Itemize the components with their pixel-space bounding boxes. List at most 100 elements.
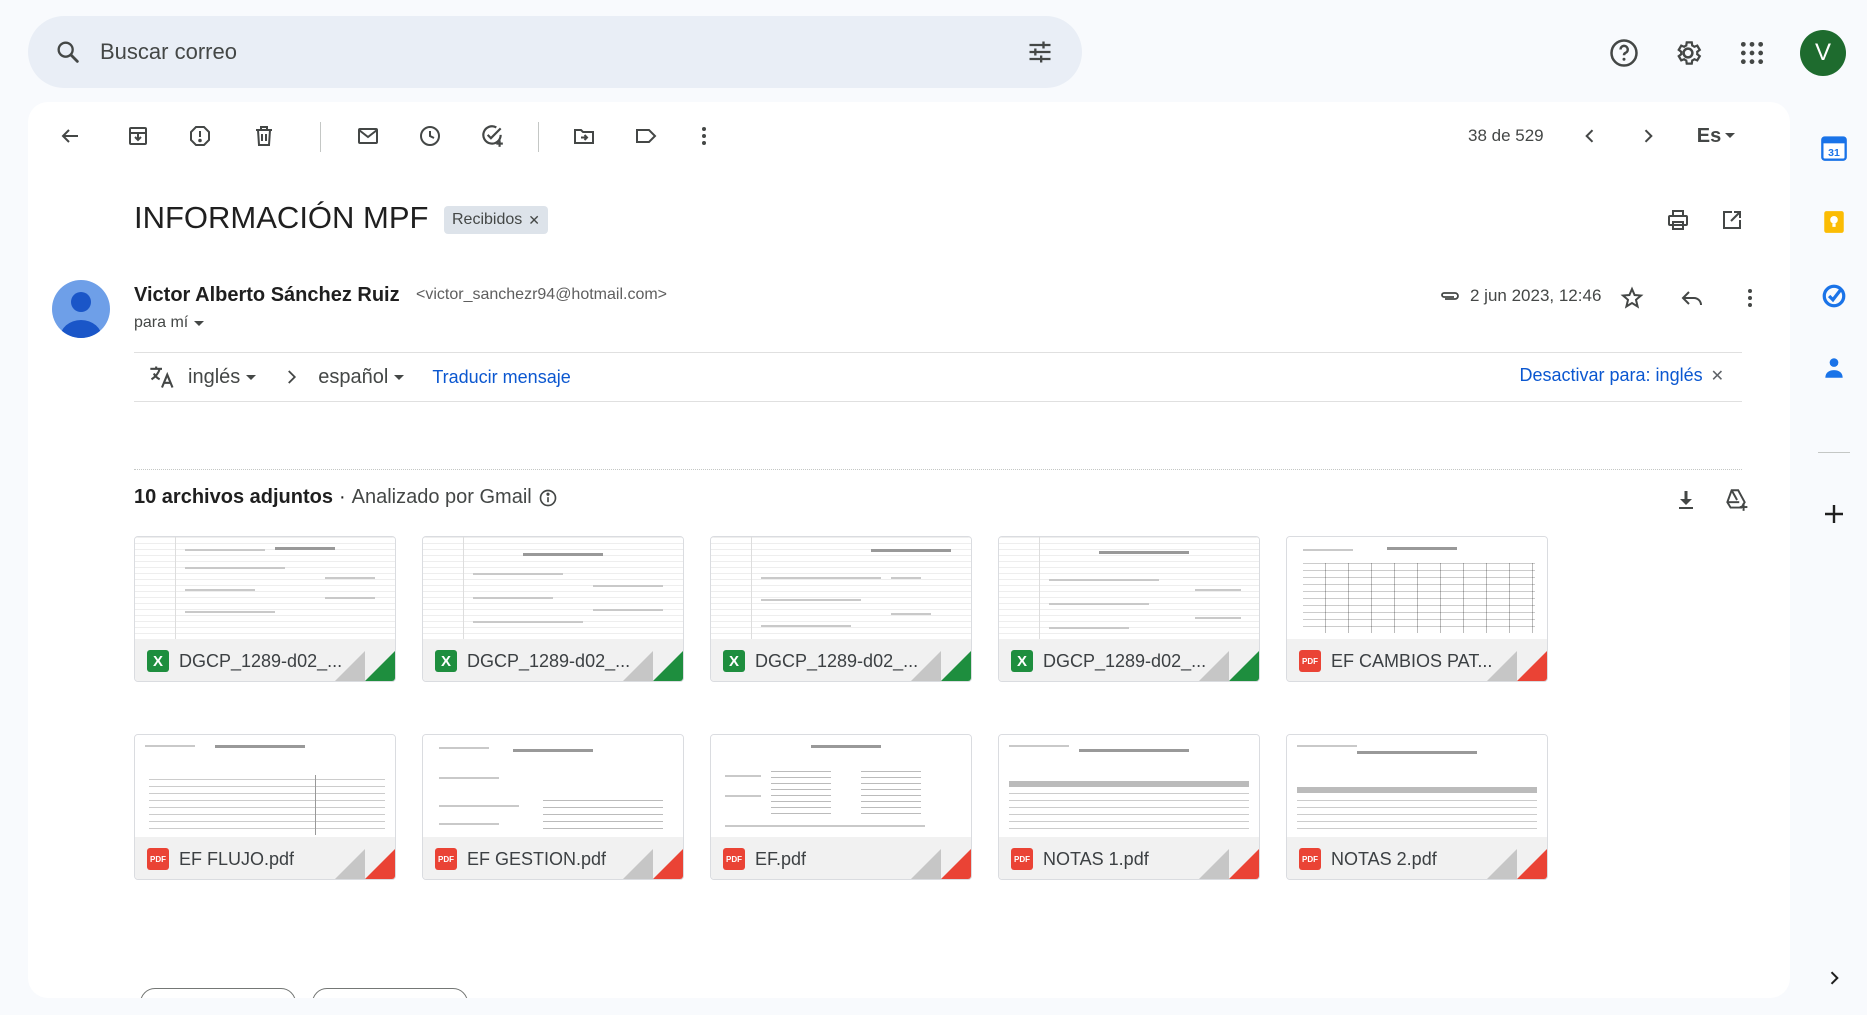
attachment-card[interactable]: X DGCP_1289-d02_...: [710, 536, 972, 682]
mark-unread-mail-icon[interactable]: [346, 114, 390, 158]
forward-button[interactable]: [312, 988, 468, 998]
label-chip-text: Recibidos: [452, 211, 523, 228]
pdf-file-icon: PDF: [1299, 650, 1321, 672]
attachment-thumbnail: [999, 537, 1259, 639]
sender-name[interactable]: Victor Alberto Sánchez Ruiz: [134, 284, 400, 307]
apps-grid-icon[interactable]: [1728, 29, 1776, 77]
add-task-icon[interactable]: [470, 114, 514, 158]
add-to-drive-icon[interactable]: [1718, 482, 1754, 518]
reply-button[interactable]: [140, 988, 296, 998]
search-options-icon[interactable]: [1018, 30, 1062, 74]
older-chevron-right-icon[interactable]: [1626, 114, 1670, 158]
dropdown-caret-icon: [1725, 133, 1736, 138]
excel-file-icon: X: [723, 650, 745, 672]
target-language-select[interactable]: español: [318, 365, 405, 389]
attachment-name: NOTAS 2.pdf: [1331, 848, 1437, 869]
date-text: 2 jun 2023, 12:46: [1470, 286, 1602, 305]
email-panel: 38 de 529 Es INFORMACIÓN MPF Recibidos ✕…: [28, 102, 1790, 998]
attachment-name: DGCP_1289-d02_...: [755, 650, 919, 671]
attachment-clip-icon: [1441, 292, 1459, 300]
delete-trash-icon[interactable]: [242, 114, 286, 158]
move-to-folder-icon[interactable]: [562, 114, 606, 158]
search-input[interactable]: [100, 39, 1018, 65]
search-bar[interactable]: [28, 16, 1082, 88]
attachment-name: EF GESTION.pdf: [467, 848, 607, 869]
attachment-thumbnail: [711, 735, 971, 837]
add-addon-plus-icon[interactable]: [1812, 492, 1856, 536]
snooze-clock-icon[interactable]: [408, 114, 452, 158]
pdf-file-icon: PDF: [1299, 848, 1321, 870]
excel-file-icon: X: [147, 650, 169, 672]
attachment-card[interactable]: PDF EF GESTION.pdf: [422, 734, 684, 880]
attachment-card[interactable]: PDF NOTAS 1.pdf: [998, 734, 1260, 880]
disable-translation-link[interactable]: Desactivar para: inglés ✕: [1520, 365, 1725, 386]
attachment-name: DGCP_1289-d02_...: [179, 650, 343, 671]
inbox-label-chip[interactable]: Recibidos ✕: [444, 206, 548, 234]
pdf-file-icon: PDF: [435, 848, 457, 870]
more-options-vertical-icon[interactable]: [1728, 276, 1772, 320]
remove-label-close-icon[interactable]: ✕: [528, 212, 540, 229]
settings-gear-icon[interactable]: [1664, 29, 1712, 77]
sender-email: <victor_sanchezr94@hotmail.com>: [416, 286, 668, 303]
contacts-icon[interactable]: [1812, 346, 1856, 390]
target-language-label: español: [318, 365, 389, 388]
calendar-icon[interactable]: 31: [1812, 126, 1856, 170]
attachments-header: 10 archivos adjuntos · Analizado por Gmai…: [134, 486, 558, 509]
source-language-label: inglés: [188, 365, 241, 388]
excel-file-icon: X: [435, 650, 457, 672]
reply-arrow-icon[interactable]: [1670, 276, 1714, 320]
print-icon[interactable]: [1656, 198, 1700, 242]
newer-chevron-left-icon[interactable]: [1568, 114, 1612, 158]
info-icon[interactable]: [538, 488, 558, 508]
attachment-name: DGCP_1289-d02_...: [1043, 650, 1207, 671]
attachment-name: NOTAS 1.pdf: [1043, 848, 1149, 869]
attachment-thumbnail: [711, 537, 971, 639]
attachment-name: EF FLUJO.pdf: [179, 848, 295, 869]
label-tag-icon[interactable]: [624, 114, 668, 158]
pdf-file-icon: PDF: [1011, 848, 1033, 870]
sender-avatar[interactable]: [52, 280, 110, 338]
analyzed-by-gmail: Analizado por Gmail: [351, 486, 532, 508]
report-spam-icon[interactable]: [178, 114, 222, 158]
attachment-card[interactable]: X DGCP_1289-d02_...: [998, 536, 1260, 682]
dropdown-caret-icon: [394, 375, 405, 380]
attachment-card[interactable]: PDF EF FLUJO.pdf: [134, 734, 396, 880]
attachment-name: DGCP_1289-d02_...: [467, 650, 631, 671]
help-icon[interactable]: [1600, 29, 1648, 77]
translate-icon: [148, 363, 178, 391]
search-icon[interactable]: [48, 32, 88, 72]
pdf-file-icon: PDF: [723, 848, 745, 870]
attachment-card[interactable]: X DGCP_1289-d02_...: [422, 536, 684, 682]
attachment-thumbnail: [135, 537, 395, 639]
recipient-details[interactable]: para mí: [134, 314, 205, 332]
download-all-icon[interactable]: [1668, 482, 1704, 518]
source-language-select[interactable]: inglés: [188, 365, 257, 389]
message-counter: 38 de 529: [1468, 126, 1544, 145]
attachment-card[interactable]: PDF EF.pdf: [710, 734, 972, 880]
archive-icon[interactable]: [116, 114, 160, 158]
arrow-right-icon: [282, 368, 300, 386]
input-tools-button[interactable]: Es: [1688, 114, 1744, 158]
close-icon[interactable]: ✕: [1711, 366, 1724, 386]
email-date: 2 jun 2023, 12:46: [1438, 284, 1601, 308]
attachment-thumbnail: [1287, 537, 1547, 639]
translate-message-link[interactable]: Traducir mensaje: [432, 367, 570, 388]
star-icon[interactable]: [1610, 276, 1654, 320]
recipient-label: para mí: [134, 314, 189, 331]
open-new-window-icon[interactable]: [1710, 198, 1754, 242]
more-vertical-icon[interactable]: [682, 114, 726, 158]
attachments-count: 10 archivos adjuntos: [134, 486, 333, 508]
attachment-card[interactable]: X DGCP_1289-d02_...: [134, 536, 396, 682]
translate-bar: inglés español Traducir mensaje Desactiv…: [134, 352, 1742, 402]
attachment-thumbnail: [1287, 735, 1547, 837]
expand-panel-chevron-icon[interactable]: [1812, 956, 1856, 1000]
attachment-card[interactable]: PDF NOTAS 2.pdf: [1286, 734, 1548, 880]
attachment-name: EF CAMBIOS PAT...: [1331, 650, 1493, 671]
account-avatar[interactable]: V: [1800, 30, 1846, 76]
tasks-icon[interactable]: [1812, 274, 1856, 318]
attachment-thumbnail: [423, 537, 683, 639]
keep-notes-icon[interactable]: [1812, 200, 1856, 244]
attachment-card[interactable]: PDF EF CAMBIOS PAT...: [1286, 536, 1548, 682]
back-arrow-icon[interactable]: [48, 114, 92, 158]
input-language-label: Es: [1696, 124, 1722, 147]
